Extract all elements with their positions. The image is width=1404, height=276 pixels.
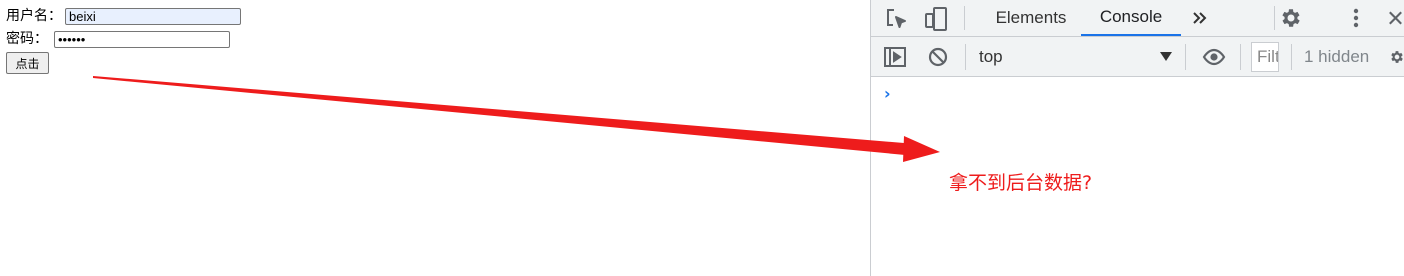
devtools-panel: Elements Console top Fil 1 hidden ›	[870, 0, 1404, 276]
context-selector[interactable]: top	[979, 47, 1003, 67]
inspect-element-icon[interactable]	[883, 6, 909, 32]
clear-console-icon[interactable]	[926, 45, 950, 69]
more-options-icon[interactable]	[1348, 5, 1364, 31]
device-toolbar-icon[interactable]	[923, 5, 949, 33]
tab-console[interactable]: Console	[1081, 0, 1181, 36]
chevron-double-right-icon[interactable]	[1187, 6, 1213, 30]
console-settings-gear-icon[interactable]	[1389, 45, 1404, 69]
devtools-tabbar: Elements Console	[871, 0, 1404, 37]
toolbar-divider	[1274, 6, 1275, 30]
filter-input[interactable]: Filter	[1251, 42, 1279, 72]
toolbar-divider	[1240, 44, 1241, 70]
dropdown-arrow-icon[interactable]	[1159, 49, 1173, 63]
toolbar-divider	[1185, 44, 1186, 70]
console-prompt[interactable]: ›	[884, 84, 891, 103]
username-row: 用户名：	[6, 7, 241, 25]
toolbar-divider	[1291, 44, 1292, 70]
hidden-messages-count[interactable]: 1 hidden	[1304, 47, 1369, 67]
toolbar-divider	[965, 44, 966, 70]
annotation-note: 拿不到后台数据?	[949, 172, 1093, 194]
gear-icon[interactable]	[1278, 5, 1304, 31]
password-input[interactable]	[54, 30, 230, 48]
console-toolbar: top Filter 1 hidden	[871, 37, 1404, 77]
submit-button[interactable]: 点击	[6, 52, 49, 74]
password-label: 密码：	[6, 31, 48, 47]
username-label: 用户名：	[6, 8, 62, 24]
eye-icon[interactable]	[1199, 45, 1229, 69]
username-input[interactable]	[65, 7, 241, 25]
toolbar-divider	[964, 6, 965, 30]
close-icon[interactable]	[1386, 6, 1404, 30]
password-row: 密码：	[6, 30, 230, 48]
sidebar-toggle-icon[interactable]	[883, 45, 907, 69]
tab-elements[interactable]: Elements	[981, 0, 1081, 36]
browser-page: 用户名： 密码： 点击	[0, 0, 870, 276]
